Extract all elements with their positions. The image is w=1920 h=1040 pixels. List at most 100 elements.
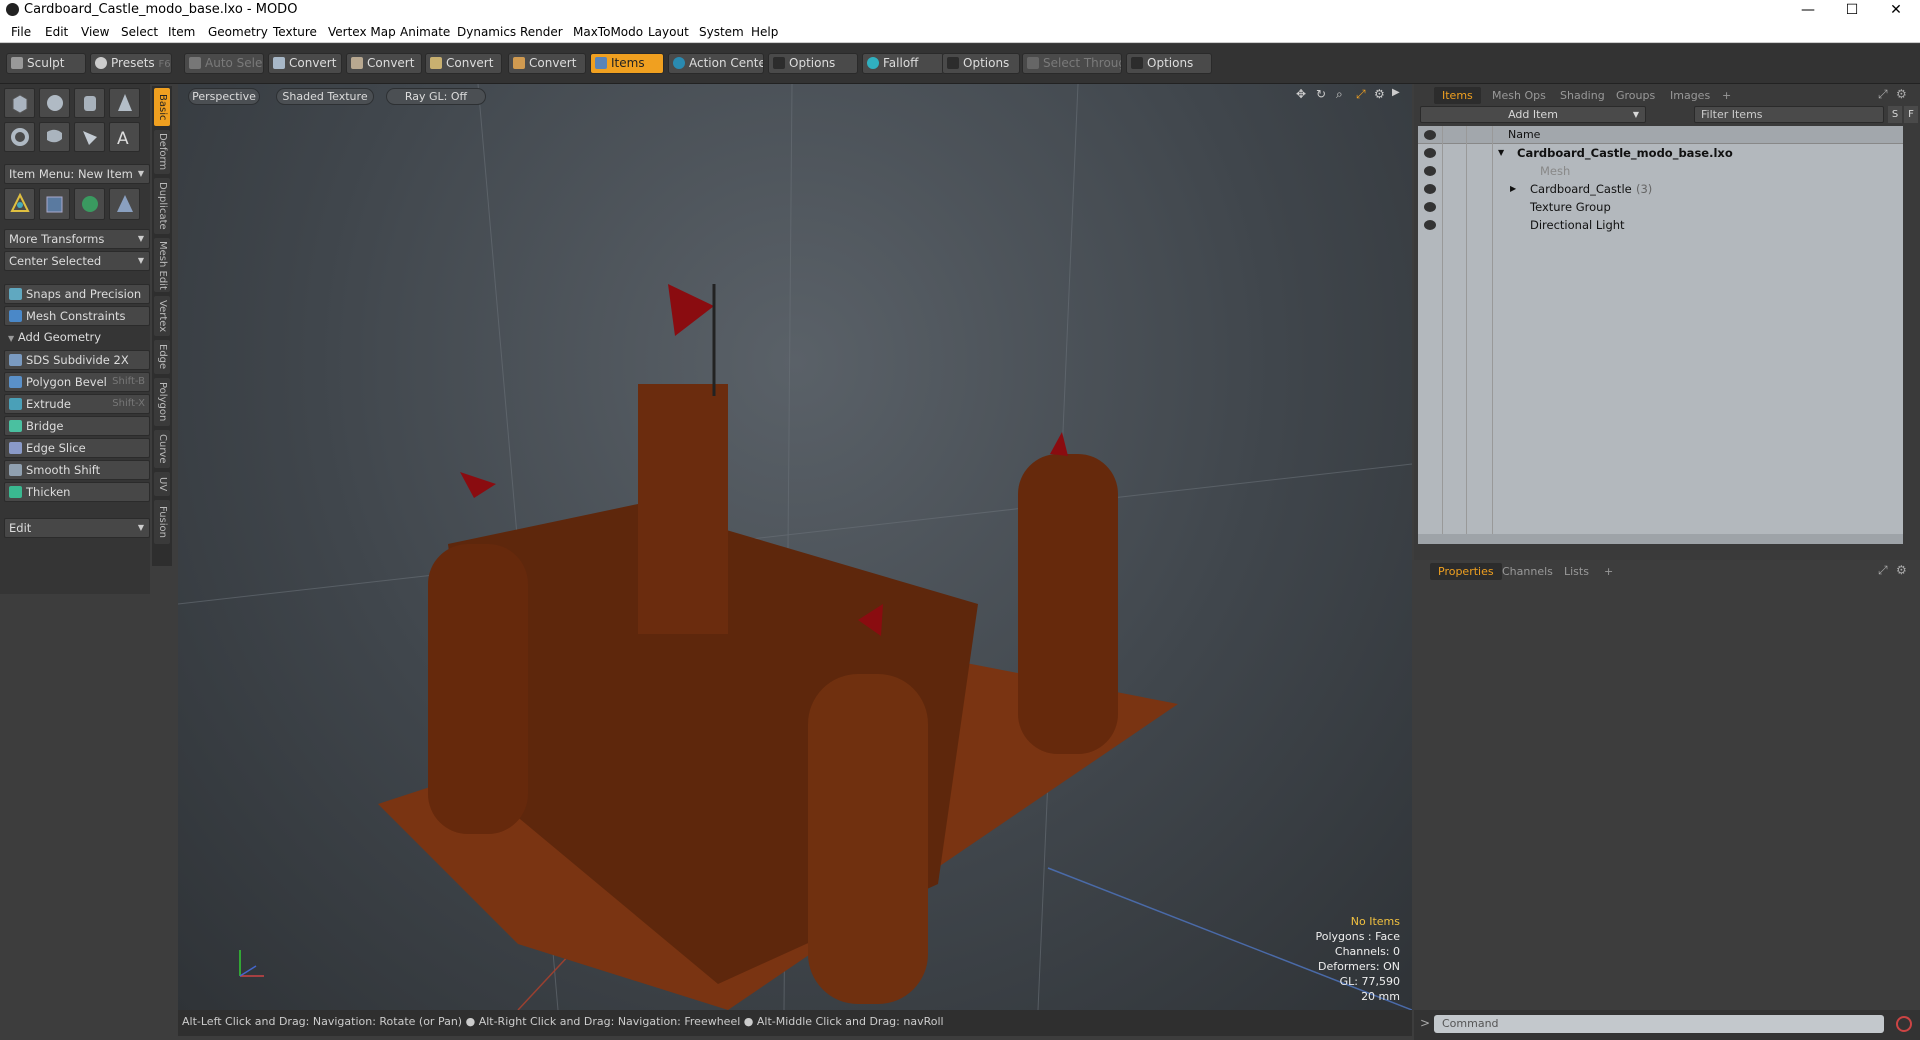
items-mode-button[interactable]: Items bbox=[590, 53, 664, 74]
menu-view[interactable]: View bbox=[81, 25, 109, 39]
falloff-options-button[interactable]: Options bbox=[942, 53, 1020, 74]
tab-vertex[interactable]: Vertex bbox=[154, 296, 170, 336]
sds-subdivide-button[interactable]: SDS Subdivide 2X bbox=[4, 350, 150, 370]
menu-texture[interactable]: Texture bbox=[273, 25, 317, 39]
tab-deform[interactable]: Deform bbox=[154, 130, 170, 174]
convert-vertices-button[interactable]: Convert bbox=[268, 53, 342, 74]
menu-maxtomodo[interactable]: MaxToModo bbox=[573, 25, 643, 39]
menu-select[interactable]: Select bbox=[121, 25, 158, 39]
smooth-shift-button[interactable]: Smooth Shift bbox=[4, 460, 150, 480]
maximize-panel-icon[interactable]: ⤢ bbox=[1878, 87, 1888, 102]
bridge-button[interactable]: Bridge bbox=[4, 416, 150, 436]
action-center-options-button[interactable]: Options bbox=[768, 53, 858, 74]
menu-animate[interactable]: Animate bbox=[400, 25, 450, 39]
tab-basic[interactable]: Basic bbox=[154, 88, 170, 126]
tab-properties[interactable]: Properties bbox=[1430, 563, 1502, 580]
capsule-primitive-button[interactable] bbox=[39, 122, 70, 152]
transform-button[interactable] bbox=[4, 188, 35, 220]
mesh-constraints-button[interactable]: Mesh Constraints bbox=[4, 306, 150, 326]
raygl-toggle-button[interactable]: Ray GL: Off bbox=[386, 88, 486, 105]
tab-items[interactable]: Items bbox=[1434, 87, 1481, 104]
tab-mesh-ops[interactable]: Mesh Ops bbox=[1484, 87, 1554, 104]
thicken-button[interactable]: Thicken bbox=[4, 482, 150, 502]
cone-primitive-button[interactable] bbox=[109, 88, 140, 118]
tree-row-texture-group[interactable]: Texture Group bbox=[1418, 198, 1903, 216]
tab-edge[interactable]: Edge bbox=[154, 340, 170, 374]
menu-geometry[interactable]: Geometry bbox=[208, 25, 268, 39]
tab-curve[interactable]: Curve bbox=[154, 430, 170, 468]
tree-row-castle[interactable]: ▶ Cardboard_Castle (3) bbox=[1418, 180, 1903, 198]
view-perspective-button[interactable]: Perspective bbox=[188, 88, 260, 105]
tab-duplicate[interactable]: Duplicate bbox=[154, 178, 170, 234]
menu-item[interactable]: Item bbox=[168, 25, 195, 39]
menu-file[interactable]: File bbox=[11, 25, 31, 39]
gear-icon[interactable]: ⚙ bbox=[1896, 87, 1907, 101]
eye-icon[interactable] bbox=[1424, 184, 1436, 194]
center-selected-dropdown[interactable]: Center Selected bbox=[4, 251, 150, 271]
filter-items-input[interactable]: Filter Items bbox=[1694, 106, 1884, 123]
cylinder-primitive-button[interactable] bbox=[74, 88, 105, 118]
menu-render[interactable]: Render bbox=[520, 25, 563, 39]
presets-button[interactable]: Presets F6 bbox=[90, 53, 172, 74]
text-tool-button[interactable]: A bbox=[109, 122, 140, 152]
filter-f-button[interactable]: F bbox=[1904, 106, 1918, 123]
convert-polygons-button[interactable]: Convert bbox=[425, 53, 502, 74]
tab-groups[interactable]: Groups bbox=[1608, 87, 1663, 104]
tab-shading[interactable]: Shading bbox=[1552, 87, 1613, 104]
fit-icon[interactable]: ⤢ bbox=[1356, 87, 1366, 102]
expand-icon[interactable]: ▶ bbox=[1392, 87, 1400, 98]
record-icon[interactable] bbox=[1896, 1016, 1912, 1032]
maximize-button[interactable]: ☐ bbox=[1830, 0, 1874, 20]
filter-s-button[interactable]: S bbox=[1888, 106, 1902, 123]
minimize-button[interactable]: — bbox=[1786, 0, 1830, 20]
rotate-icon[interactable]: ↻ bbox=[1316, 87, 1326, 101]
item-menu-dropdown[interactable]: Item Menu: New Item bbox=[4, 164, 150, 184]
world-button[interactable] bbox=[74, 188, 105, 220]
tab-fusion[interactable]: Fusion bbox=[154, 500, 170, 544]
tab-lists[interactable]: Lists bbox=[1556, 563, 1597, 580]
action-center-button[interactable]: Action Center bbox=[668, 53, 764, 74]
eye-icon[interactable] bbox=[1424, 202, 1436, 212]
select-through-options-button[interactable]: Options bbox=[1126, 53, 1212, 74]
torus-primitive-button[interactable] bbox=[4, 122, 35, 152]
gear-icon[interactable]: ⚙ bbox=[1374, 87, 1385, 101]
convert-edges-button[interactable]: Convert bbox=[346, 53, 422, 74]
add-item-dropdown[interactable]: Add Item ▼ bbox=[1420, 106, 1646, 123]
convert-materials-button[interactable]: Convert bbox=[508, 53, 586, 74]
menu-dynamics[interactable]: Dynamics bbox=[457, 25, 516, 39]
maximize-panel-icon[interactable]: ⤢ bbox=[1878, 563, 1888, 578]
eye-icon[interactable] bbox=[1424, 220, 1436, 230]
add-geometry-header[interactable]: ▼ Add Geometry bbox=[8, 330, 101, 344]
tree-scrollbar[interactable] bbox=[1418, 534, 1903, 544]
extrude-button[interactable]: Extrude Shift-X bbox=[4, 394, 150, 414]
add-tab-button[interactable]: + bbox=[1596, 563, 1621, 580]
polygon-bevel-button[interactable]: Polygon Bevel Shift-B bbox=[4, 372, 150, 392]
tree-row-directional-light[interactable]: Directional Light bbox=[1418, 216, 1903, 234]
menu-edit[interactable]: Edit bbox=[45, 25, 68, 39]
tab-images[interactable]: Images bbox=[1662, 87, 1718, 104]
sphere-primitive-button[interactable] bbox=[39, 88, 70, 118]
command-input[interactable]: Command bbox=[1434, 1015, 1884, 1033]
close-button[interactable]: ✕ bbox=[1874, 0, 1918, 20]
gear-icon[interactable]: ⚙ bbox=[1896, 563, 1907, 577]
menu-vertex-map[interactable]: Vertex Map bbox=[328, 25, 396, 39]
auto-select-button[interactable]: Auto Select bbox=[184, 53, 264, 74]
cube-primitive-button[interactable] bbox=[4, 88, 35, 118]
sculpt-button[interactable]: Sculpt bbox=[6, 53, 86, 74]
pen-tool-button[interactable] bbox=[74, 122, 105, 152]
eye-icon[interactable] bbox=[1424, 148, 1436, 158]
more-transforms-dropdown[interactable]: More Transforms bbox=[4, 229, 150, 249]
tree-row-scene[interactable]: ▼ Cardboard_Castle_modo_base.lxo bbox=[1418, 144, 1903, 162]
shading-mode-button[interactable]: Shaded Texture bbox=[276, 88, 374, 105]
zoom-icon[interactable]: ⌕ bbox=[1336, 87, 1343, 102]
tab-mesh-edit[interactable]: Mesh Edit bbox=[154, 238, 170, 292]
add-tab-button[interactable]: + bbox=[1714, 87, 1739, 104]
menu-system[interactable]: System bbox=[699, 25, 744, 39]
menu-help[interactable]: Help bbox=[751, 25, 778, 39]
pan-icon[interactable]: ✥ bbox=[1296, 87, 1306, 101]
snaps-precision-button[interactable]: Snaps and Precision bbox=[4, 284, 150, 304]
grid-button[interactable] bbox=[39, 188, 70, 220]
select-through-button[interactable]: Select Through bbox=[1022, 53, 1122, 74]
expand-arrow-icon[interactable]: ▶ bbox=[1510, 180, 1516, 198]
tab-polygon[interactable]: Polygon bbox=[154, 378, 170, 426]
